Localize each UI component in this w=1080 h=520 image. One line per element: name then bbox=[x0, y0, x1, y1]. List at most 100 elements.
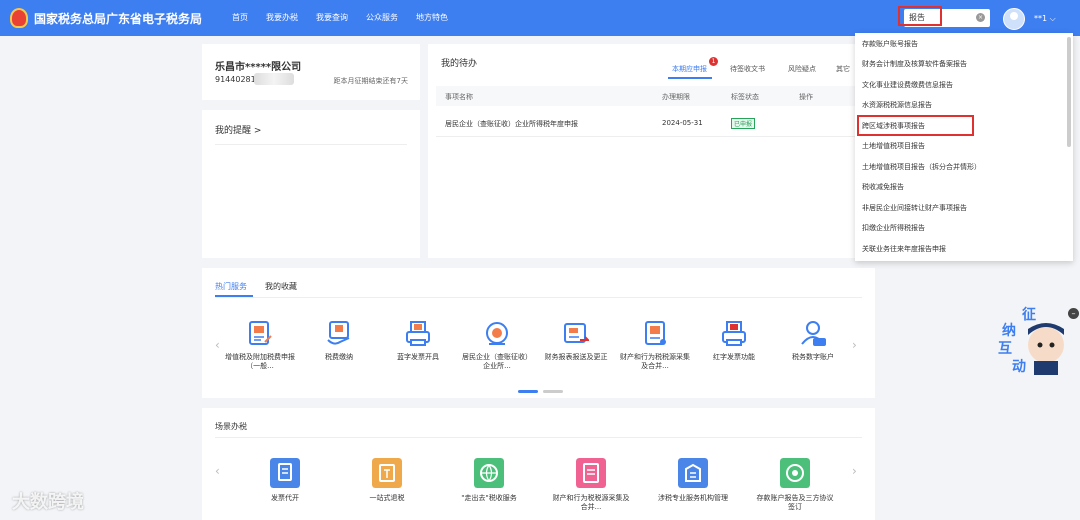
suggestion-item[interactable]: 土地增值税项目报告 bbox=[862, 141, 925, 151]
column-header: 操作 bbox=[799, 93, 813, 101]
service-item-vat[interactable]: 增值税及附加税费申报（一般... bbox=[225, 320, 295, 371]
service-label: 蓝字发票开具 bbox=[397, 353, 439, 361]
divider bbox=[215, 297, 862, 298]
interaction-mascot-icon[interactable]: 征 纳 互 动 bbox=[998, 305, 1070, 377]
active-tab-indicator bbox=[668, 77, 712, 79]
divider bbox=[215, 144, 407, 145]
mascot-char: 互 bbox=[998, 341, 1012, 357]
service-item-digital-account[interactable]: 税务数字账户 bbox=[778, 320, 848, 362]
mascot-char: 纳 bbox=[1002, 322, 1016, 339]
scene-label: 存款账户报告及三方协议签订 bbox=[756, 494, 834, 511]
chevron-right-icon[interactable]: › bbox=[852, 464, 857, 478]
column-header: 办理期限 bbox=[662, 93, 690, 101]
todo-item-deadline: 2024-05-31 bbox=[662, 119, 703, 127]
nav-do-tax[interactable]: 我要办税 bbox=[266, 12, 298, 23]
clear-icon[interactable]: × bbox=[976, 13, 985, 22]
suggestion-item[interactable]: 文化事业建设费缴费信息报告 bbox=[862, 80, 953, 90]
todo-title: 我的待办 bbox=[441, 59, 478, 69]
service-label: 税务数字账户 bbox=[792, 353, 834, 361]
tab-other[interactable]: 其它 bbox=[836, 64, 850, 74]
scene-label: 一站式退税 bbox=[369, 494, 405, 502]
search-highlight-box bbox=[898, 6, 942, 26]
nav-public-service[interactable]: 公众服务 bbox=[366, 12, 398, 23]
divider bbox=[436, 136, 858, 137]
carousel-dot-active[interactable] bbox=[518, 390, 538, 393]
scene-item-going-global[interactable]: "走出去"税收服务 bbox=[449, 458, 529, 503]
hot-services-card: 热门服务 我的收藏 ‹ › 增值税及附加税费申报（一般... 税费缴纳 蓝字发票… bbox=[202, 268, 875, 398]
suggestion-item[interactable]: 存款账户账号报告 bbox=[862, 39, 918, 49]
suggestion-item[interactable]: 关联业务往来年度报告申报 bbox=[862, 244, 946, 254]
service-item-property-tax[interactable]: 财产和行为税税源采集及合并... bbox=[620, 320, 690, 371]
site-title[interactable]: 国家税务总局广东省电子税务局 bbox=[34, 10, 202, 27]
scene-item-refund[interactable]: 一站式退税 bbox=[347, 458, 427, 503]
user-menu[interactable]: **1 ⌵ bbox=[1034, 14, 1056, 24]
tab-hot-services[interactable]: 热门服务 bbox=[215, 281, 247, 292]
service-item-financial-report[interactable]: 财务报表报送及更正 bbox=[541, 320, 611, 362]
suggestion-item[interactable]: 水资源税税源信息报告 bbox=[862, 100, 932, 110]
suggestion-highlight-box bbox=[857, 115, 974, 136]
blue-invoice-icon bbox=[406, 321, 430, 346]
table-header: 事项名称 办理期限 标签状态 操作 bbox=[436, 86, 858, 106]
tab-pending-documents[interactable]: 待签收文书 bbox=[730, 64, 765, 74]
tab-risk-points[interactable]: 风险疑点 bbox=[788, 64, 816, 74]
service-item-enterprise-tax[interactable]: 居民企业（查账征收）企业所... bbox=[462, 320, 532, 371]
redacted-blur bbox=[254, 73, 294, 85]
vat-icon bbox=[249, 321, 272, 345]
service-label: 增值税及附加税费申报（一般... bbox=[225, 353, 295, 370]
chevron-left-icon[interactable]: ‹ bbox=[215, 338, 220, 352]
divider bbox=[215, 437, 862, 438]
service-item-red-invoice[interactable]: 红字发票功能 bbox=[699, 320, 769, 362]
bank-account-icon bbox=[780, 458, 810, 488]
scene-title: 场景办税 bbox=[215, 422, 247, 431]
mascot-char: 征 bbox=[1022, 306, 1036, 323]
scene-label: 发票代开 bbox=[271, 494, 299, 502]
digital-account-icon bbox=[801, 321, 826, 346]
close-icon[interactable]: – bbox=[1068, 308, 1079, 319]
scrollbar[interactable] bbox=[1067, 37, 1071, 147]
financial-report-icon bbox=[564, 323, 589, 343]
scene-item-bank-account[interactable]: 存款账户报告及三方协议签订 bbox=[755, 458, 835, 512]
status-badge: 已申报 bbox=[731, 118, 756, 129]
nav-query[interactable]: 我要查询 bbox=[316, 12, 348, 23]
company-name: 乐昌市*****限公司 bbox=[215, 62, 302, 73]
service-label: 红字发票功能 bbox=[713, 353, 755, 361]
scene-item-agency[interactable]: 涉税专业服务机构管理 bbox=[653, 458, 733, 503]
search-suggestions: 存款账户账号报告 财务会计制度及核算软件备案报告 文化事业建设费缴费信息报告 水… bbox=[855, 33, 1073, 261]
service-item-blue-invoice[interactable]: 蓝字发票开具 bbox=[383, 320, 453, 362]
todo-item-name[interactable]: 居民企业（查账征收）企业所得税年度申报 bbox=[445, 119, 578, 129]
deadline-notice: 距本月征期结束还有7天 bbox=[333, 77, 408, 85]
avatar[interactable] bbox=[1003, 8, 1025, 30]
mascot-char: 动 bbox=[1012, 358, 1026, 375]
scene-item-property[interactable]: 财产和行为税税源采集及合并... bbox=[551, 458, 631, 512]
red-invoice-icon bbox=[722, 321, 746, 346]
company-card: 乐昌市*****限公司 914402810 距本月征期结束还有7天 bbox=[202, 44, 420, 100]
suggestion-item[interactable]: 土地增值税项目报告（拆分合并情形） bbox=[862, 162, 981, 172]
tab-current-declaration[interactable]: 本期应申报 bbox=[672, 64, 707, 74]
scene-item-invoice-agent[interactable]: 发票代开 bbox=[245, 458, 325, 503]
suggestion-item[interactable]: 扣缴企业所得税报告 bbox=[862, 223, 925, 233]
chevron-right-icon[interactable]: › bbox=[852, 338, 857, 352]
property-scene-icon bbox=[576, 458, 606, 488]
reminder-title[interactable]: 我的提醒 > bbox=[215, 123, 261, 136]
watermark: 大数跨境 bbox=[12, 492, 84, 513]
service-label: 税费缴纳 bbox=[325, 353, 353, 361]
carousel-dot[interactable] bbox=[543, 390, 563, 393]
tab-my-favorites[interactable]: 我的收藏 bbox=[265, 281, 297, 292]
suggestion-item[interactable]: 非居民企业间接转让财产事项报告 bbox=[862, 203, 967, 213]
service-label: 财务报表报送及更正 bbox=[544, 353, 608, 361]
service-item-tax-payment[interactable]: 税费缴纳 bbox=[304, 320, 374, 362]
chevron-left-icon[interactable]: ‹ bbox=[215, 464, 220, 478]
scene-label: "走出去"税收服务 bbox=[461, 494, 517, 502]
main-nav: 首页 我要办税 我要查询 公众服务 地方特色 bbox=[232, 12, 466, 23]
agency-icon bbox=[678, 458, 708, 488]
column-header: 标签状态 bbox=[731, 93, 759, 101]
suggestion-item[interactable]: 财务会计制度及核算软件备案报告 bbox=[862, 59, 967, 69]
nav-local-feature[interactable]: 地方特色 bbox=[416, 12, 448, 23]
invoice-agent-icon bbox=[270, 458, 300, 488]
service-label: 居民企业（查账征收）企业所... bbox=[462, 353, 532, 370]
reminder-card: 我的提醒 > bbox=[202, 110, 420, 258]
tax-payment-icon bbox=[327, 321, 350, 345]
suggestion-item[interactable]: 税收减免报告 bbox=[862, 182, 904, 192]
nav-home[interactable]: 首页 bbox=[232, 12, 248, 23]
enterprise-tax-icon bbox=[486, 322, 508, 345]
